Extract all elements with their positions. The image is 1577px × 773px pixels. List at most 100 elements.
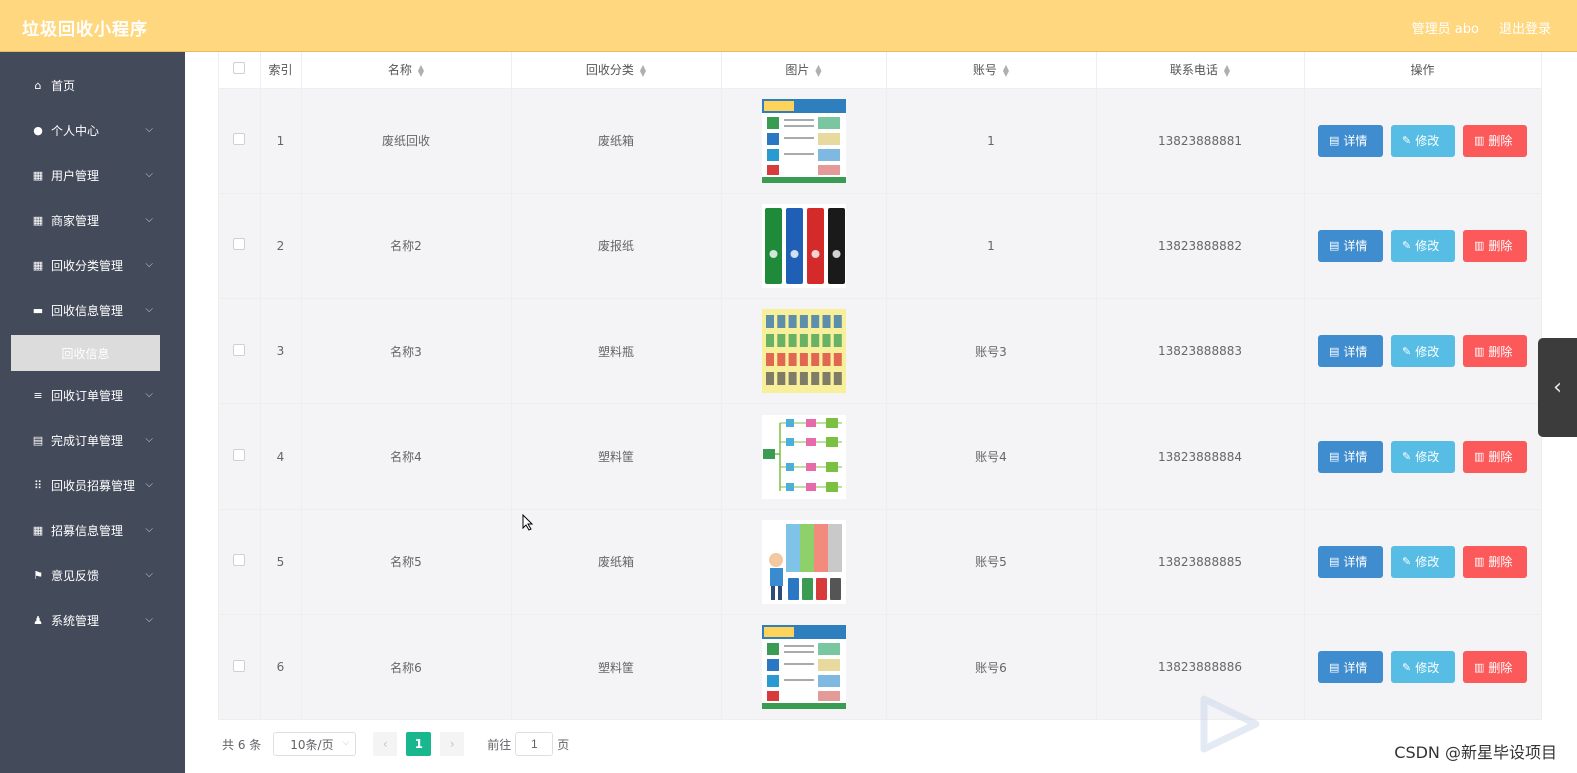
cell-index: 4	[260, 403, 302, 510]
chevron-down-icon: ⌵	[145, 259, 153, 270]
sort-icon[interactable]: ▲ ▼	[1003, 63, 1009, 77]
table-row[interactable]: 5 名称5 废纸箱 账号5 13823888885 ▤ 详情 ✎ 修改 ▥ 删除	[219, 509, 1542, 615]
col-phone[interactable]: 联系电话 ▲ ▼	[1096, 52, 1305, 89]
detail-label: 详情	[1343, 450, 1368, 465]
pencil-icon: ✎	[1402, 660, 1412, 674]
total-count: 共 6 条	[222, 737, 262, 752]
cell-account: 账号4	[886, 403, 1097, 510]
cell-name: 名称4	[301, 403, 512, 510]
cell-image	[721, 298, 887, 405]
sidebar-item[interactable]: ▤ 完成订单管理 ⌵	[0, 418, 185, 463]
row-checkbox[interactable]	[233, 659, 246, 672]
select-all-checkbox[interactable]	[233, 62, 246, 75]
edit-label: 修改	[1415, 134, 1440, 149]
chevron-down-icon: ⌵	[145, 124, 153, 135]
pencil-icon: ✎	[1402, 450, 1412, 464]
sidebar-subitem-active[interactable]: 回收信息	[11, 335, 160, 371]
col-category[interactable]: 回收分类 ▲ ▼	[511, 52, 722, 89]
col-account[interactable]: 账号 ▲ ▼	[886, 52, 1097, 89]
sidebar-item[interactable]: ▦ 招募信息管理 ⌵	[0, 508, 185, 553]
table-row[interactable]: 2 名称2 废报纸 1 13823888882 ▤ 详情 ✎ 修改 ▥ 删除	[219, 193, 1542, 300]
monitor-icon: ▬	[32, 304, 44, 317]
cell-name: 废纸回收	[301, 88, 512, 194]
sidebar-item-label: 系统管理	[51, 614, 100, 628]
collapse-panel-tab[interactable]: ‹	[1538, 338, 1577, 437]
sidebar-item[interactable]: ⌂ 首页	[0, 63, 185, 108]
sidebar-item[interactable]: ▬ 回收信息管理 ⌵	[0, 288, 185, 333]
row-checkbox[interactable]	[233, 554, 246, 567]
delete-button[interactable]: ▥ 删除	[1463, 651, 1527, 684]
sidebar-item-label: 个人中心	[51, 124, 100, 138]
row-checkbox[interactable]	[233, 133, 246, 146]
prev-page-button[interactable]: ‹	[373, 732, 398, 756]
sort-icon[interactable]: ▲ ▼	[418, 63, 424, 77]
detail-button[interactable]: ▤ 详情	[1318, 335, 1383, 368]
edit-button[interactable]: ✎ 修改	[1391, 229, 1455, 262]
table-row[interactable]: 3 名称3 塑料瓶 账号3 13823888883 ▤ 详情 ✎ 修改 ▥ 删除	[219, 298, 1542, 405]
row-checkbox[interactable]	[233, 238, 246, 251]
table-row[interactable]: 6 名称6 塑料筐 账号6 13823888886 ▤ 详情 ✎ 修改 ▥ 删除	[219, 614, 1542, 721]
col-category-label: 回收分类	[585, 63, 634, 78]
sidebar-item[interactable]: ▦ 回收分类管理 ⌵	[0, 243, 185, 288]
delete-button[interactable]: ▥ 删除	[1463, 545, 1527, 578]
apps-icon: ⠿	[33, 479, 43, 492]
sidebar-item[interactable]: ⠿ 回收员招募管理 ⌵	[0, 463, 185, 508]
row-checkbox[interactable]	[233, 343, 246, 356]
goto-page-input[interactable]	[515, 732, 554, 756]
detail-button[interactable]: ▤ 详情	[1318, 545, 1383, 578]
sidebar-item[interactable]: ▦ 用户管理 ⌵	[0, 153, 185, 198]
sidebar-item[interactable]: ♟ 系统管理 ⌵	[0, 598, 185, 643]
app-title: 垃圾回收小程序	[22, 20, 148, 40]
delete-label: 删除	[1488, 555, 1513, 570]
detail-button[interactable]: ▤ 详情	[1318, 651, 1383, 684]
mouse-cursor-icon	[522, 514, 534, 531]
edit-button[interactable]: ✎ 修改	[1391, 651, 1455, 684]
sort-icon[interactable]: ▲ ▼	[640, 63, 646, 77]
col-account-label: 账号	[972, 63, 997, 78]
sort-icon[interactable]: ▲ ▼	[815, 63, 821, 77]
sidebar-item[interactable]: ≡ 回收订单管理 ⌵	[0, 373, 185, 418]
edit-button[interactable]: ✎ 修改	[1391, 545, 1455, 578]
next-page-button[interactable]: ›	[440, 732, 465, 756]
logout-link[interactable]: 退出登录	[1499, 18, 1551, 37]
pencil-icon: ✎	[1402, 134, 1412, 148]
detail-button[interactable]: ▤ 详情	[1318, 440, 1383, 473]
chevron-down-icon: ⌵	[342, 738, 350, 748]
row-checkbox[interactable]	[233, 449, 246, 462]
table-row[interactable]: 1 废纸回收 废纸箱 1 13823888881 ▤ 详情 ✎ 修改 ▥ 删除	[219, 88, 1542, 194]
edit-button[interactable]: ✎ 修改	[1391, 335, 1455, 368]
trash-icon: ▥	[1474, 660, 1485, 674]
delete-button[interactable]: ▥ 删除	[1463, 124, 1527, 157]
chevron-down-icon: ⌵	[145, 389, 153, 400]
cell-index: 2	[260, 193, 302, 300]
cell-account: 账号5	[886, 509, 1097, 615]
table-row[interactable]: 4 名称4 塑料筐 账号4 13823888884 ▤ 详情 ✎ 修改 ▥ 删除	[219, 403, 1542, 510]
page-size-select[interactable]: 10条/页 ⌵	[273, 732, 357, 756]
delete-button[interactable]: ▥ 删除	[1463, 335, 1527, 368]
detail-button[interactable]: ▤ 详情	[1318, 229, 1383, 262]
edit-label: 修改	[1415, 450, 1440, 465]
cell-category: 废报纸	[511, 193, 722, 300]
col-name[interactable]: 名称 ▲ ▼	[301, 52, 512, 89]
col-image[interactable]: 图片 ▲ ▼	[721, 52, 887, 89]
detail-button[interactable]: ▤ 详情	[1318, 124, 1383, 157]
delete-label: 删除	[1488, 239, 1513, 254]
col-index: 索引	[260, 52, 302, 89]
sidebar-item-label: 用户管理	[51, 169, 100, 183]
trash-icon: ▥	[1474, 239, 1485, 253]
cell-index: 5	[260, 509, 302, 615]
recycle-image	[761, 625, 846, 710]
page-number-current[interactable]: 1	[406, 732, 432, 756]
sort-icon[interactable]: ▲ ▼	[1224, 63, 1230, 77]
pencil-icon: ✎	[1402, 555, 1412, 569]
row-select-cell	[219, 403, 261, 510]
sidebar-item[interactable]: ⚑ 意见反馈 ⌵	[0, 553, 185, 598]
edit-button[interactable]: ✎ 修改	[1391, 124, 1455, 157]
edit-button[interactable]: ✎ 修改	[1391, 440, 1455, 473]
admin-label[interactable]: 管理员 abo	[1412, 18, 1479, 37]
sidebar-item[interactable]: ▦ 商家管理 ⌵	[0, 198, 185, 243]
delete-button[interactable]: ▥ 删除	[1463, 229, 1527, 262]
delete-button[interactable]: ▥ 删除	[1463, 440, 1527, 473]
cell-name: 名称2	[301, 193, 512, 300]
sidebar-item[interactable]: ● 个人中心 ⌵	[0, 108, 185, 153]
